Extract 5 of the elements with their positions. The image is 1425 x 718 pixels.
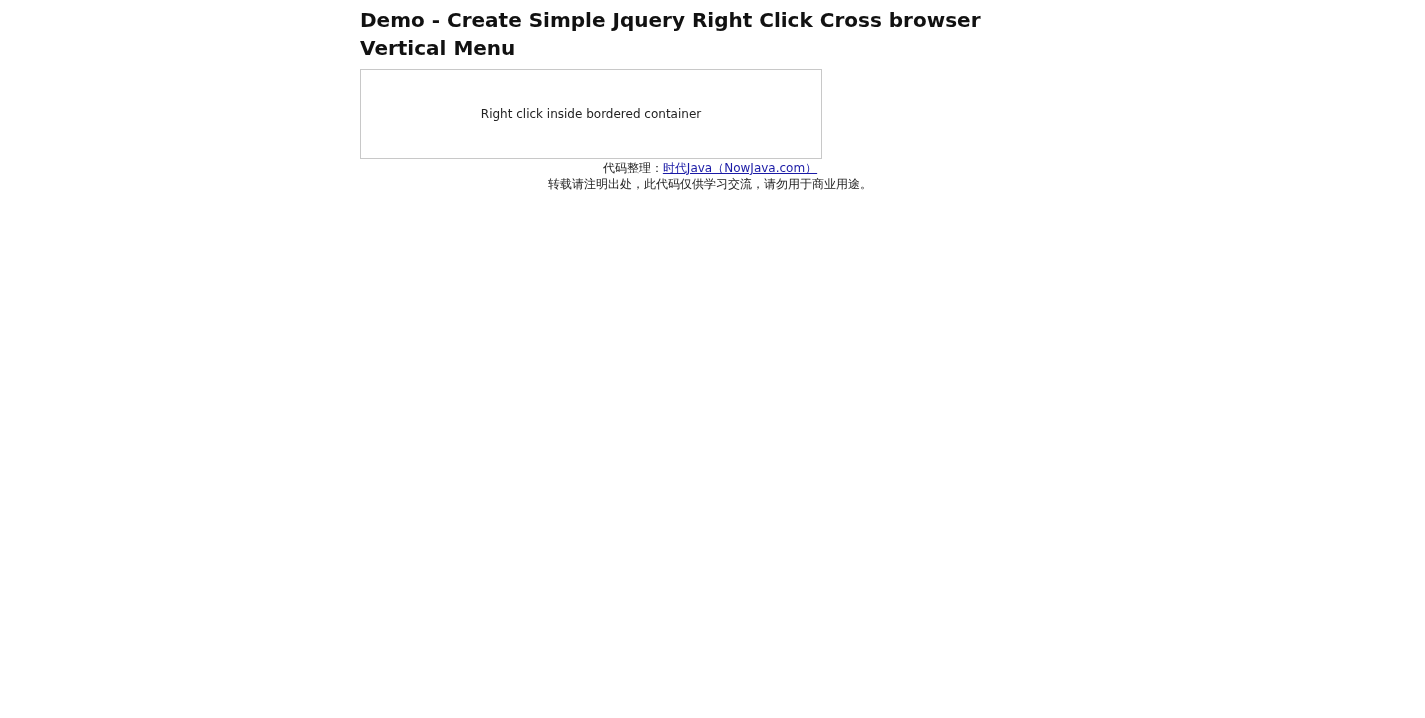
- copyright-notice: 转载请注明出处，此代码仅供学习交流，请勿用于商业用途。: [548, 177, 872, 191]
- page-title: Demo - Create Simple Jquery Right Click Cross browser Vertical Menu: [360, 7, 982, 62]
- container-text: Right click inside bordered container: [480, 107, 702, 121]
- credit-link[interactable]: 时代Java（NowJava.com）: [662, 161, 818, 175]
- credit-label: 代码整理：: [602, 161, 663, 175]
